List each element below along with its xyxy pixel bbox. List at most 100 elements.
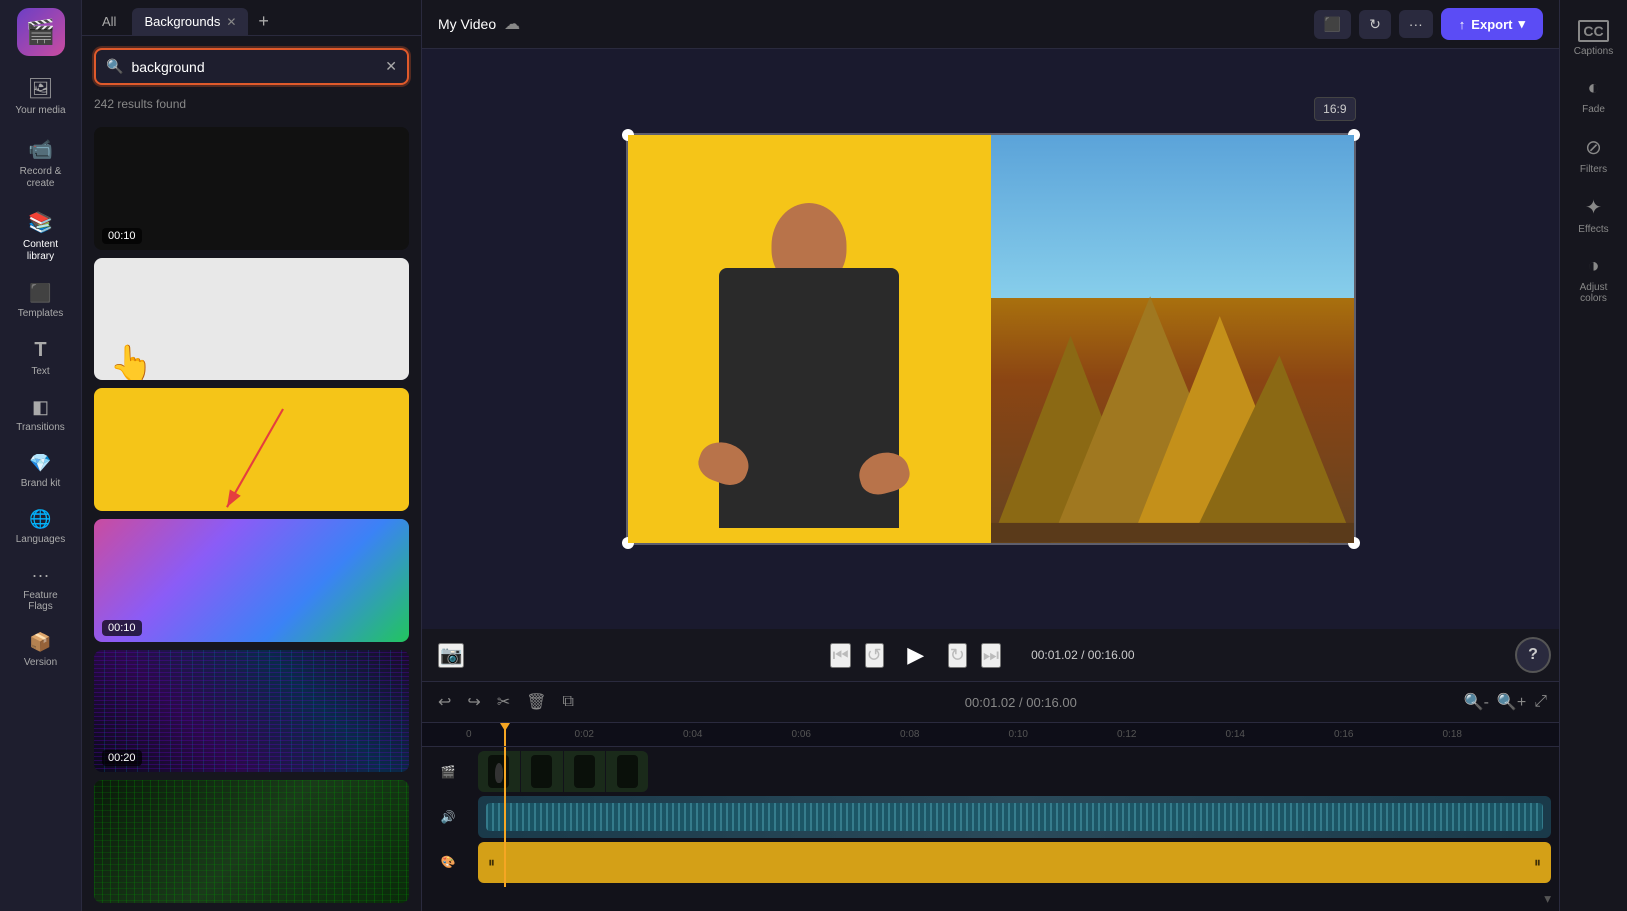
track-label-bg: 🎨 [430,855,466,869]
timeline-toolbar: ↩ ↪ ✂ 🗑 ⧉ 00:01.02 / 00:16.00 🔍- 🔍+ ⤢ [422,682,1559,723]
time-display: 00:01.02 / 00:16.00 [1031,648,1134,662]
languages-icon: 🌐 [29,509,51,530]
crop-tool-btn[interactable]: ⬛ [1314,10,1351,39]
main-content: My Video ☁ ⬛ ↻ ··· ↑ Export ▾ 16:9 [422,0,1559,911]
duration-badge-gradient: 00:10 [102,620,142,636]
zoom-out-btn[interactable]: 🔍- [1464,692,1489,712]
save-cloud-icon[interactable]: ☁ [504,14,520,34]
ruler-mark-8: 0:08 [900,729,1009,740]
thumb-1 [478,751,520,792]
search-input[interactable] [131,59,377,75]
adjust-colors-icon: ◑ [1587,255,1599,278]
thumb-2 [521,751,563,792]
ruler-mark-0: 0 [466,729,575,740]
timeline-tools: ↩ ↪ ✂ 🗑 ⧉ [434,688,578,716]
tab-add-button[interactable]: + [252,9,275,34]
thumb-3 [564,751,606,792]
track-content-video[interactable] [478,751,648,792]
duration-badge: 00:10 [102,228,142,244]
redo-btn[interactable]: ↪ [463,688,484,716]
media-item-yellow[interactable] [94,388,409,511]
top-tools: ⬛ ↻ ··· ↑ Export ▾ [1314,8,1543,40]
captions-icon: CC [1578,20,1608,42]
track-content-audio[interactable] [478,796,1551,837]
track-pause-right-icon: ⏸ [1534,854,1541,871]
project-title: My Video [438,16,496,32]
sidebar-item-languages[interactable]: 🌐 Languages [5,501,77,553]
media-item-gradient[interactable]: 00:10 [94,519,409,642]
undo-btn[interactable]: ↩ [434,688,455,716]
media-item-green[interactable] [94,780,409,903]
skip-forward-btn[interactable]: ⏭ [981,643,1001,668]
sidebar-item-brand-kit[interactable]: 💎 Brand kit [5,445,77,497]
ruler-mark-12: 0:12 [1117,729,1226,740]
right-item-filters[interactable]: ⊘ Filters [1564,127,1624,183]
sidebar-item-record-create[interactable]: 📹 Record &create [5,129,77,198]
search-box: 🔍 ✕ [94,48,409,85]
cut-btn[interactable]: ✂ [493,688,514,716]
skip-back-btn[interactable]: ⏮ [830,643,850,668]
sidebar-item-feature-flags[interactable]: ··· FeatureFlags [5,557,77,620]
track-label-audio: 🔊 [430,810,466,824]
right-item-captions[interactable]: CC Captions [1564,12,1624,65]
ruler-mark-2: 0:02 [575,729,684,740]
media-item-white[interactable]: 👆 [94,258,409,381]
aspect-ratio-badge: 16:9 [1314,97,1355,121]
ruler-mark-6: 0:06 [792,729,901,740]
fit-btn[interactable]: ⤢ [1534,693,1547,711]
zoom-in-btn[interactable]: 🔍+ [1497,692,1526,712]
track-row-bg: 🎨 ⏸ ⏸ [430,842,1551,883]
playhead-ruler [504,723,506,746]
top-bar: My Video ☁ ⬛ ↻ ··· ↑ Export ▾ [422,0,1559,49]
search-clear-icon[interactable]: ✕ [385,58,397,75]
rewind-btn[interactable]: ↺ [865,643,884,668]
content-panel: All Backgrounds ✕ + 🔍 ✕ 242 results foun… [82,0,422,911]
ruler-marks: 0 0:02 0:04 0:06 0:08 0:10 0:12 0:14 0:1… [466,729,1551,740]
playhead-head [500,723,510,731]
ruler-mark-10: 0:10 [1009,729,1118,740]
app-logo: 🎬 [17,8,65,56]
video-thumbnails [478,751,648,792]
fade-icon: ◐ [1587,77,1599,100]
export-icon: ↑ [1459,17,1466,32]
forward-btn[interactable]: ↻ [948,643,967,668]
audio-track-icon: 🔊 [441,810,456,824]
sidebar-item-templates[interactable]: ⬛ Templates [5,275,77,327]
right-item-effects[interactable]: ✦ Effects [1564,187,1624,243]
text-icon: T [34,339,46,362]
video-left-panel [628,135,991,543]
brand-icon: 💎 [29,453,51,474]
timeline-time: 00:01.02 / 00:16.00 [965,695,1077,710]
camera-control-btn[interactable]: 📷 [438,643,464,668]
right-item-fade[interactable]: ◐ Fade [1564,69,1624,123]
track-pause-left-icon: ⏸ [488,854,495,871]
tab-close-icon[interactable]: ✕ [226,15,236,29]
track-content-bg[interactable]: ⏸ ⏸ [478,842,1551,883]
copy-btn[interactable]: ⧉ [559,688,578,716]
content-library-icon: 📚 [28,210,53,235]
help-button[interactable]: ? [1515,637,1551,673]
red-arrow-svg [94,388,409,511]
yellow-track-bar: ⏸ ⏸ [478,842,1551,883]
media-item-dark[interactable]: 00:10 [94,127,409,250]
sidebar-item-your-media[interactable]: 🖼 Your media [5,68,77,125]
cursor-hand-icon: 👆 [109,343,154,380]
sidebar-item-text[interactable]: T Text [5,331,77,385]
sidebar-item-version[interactable]: 📦 Version [5,624,77,676]
play-button[interactable]: ▶ [898,637,934,673]
more-tool-btn[interactable]: ··· [1399,10,1433,38]
tab-backgrounds[interactable]: Backgrounds ✕ [132,8,248,35]
delete-btn[interactable]: 🗑 [522,688,550,716]
right-item-adjust-colors[interactable]: ◑ Adjustcolors [1564,247,1624,312]
media-item-glitch[interactable]: 00:20 [94,650,409,773]
mountain-background [991,135,1354,543]
results-count: 242 results found [82,97,421,119]
tab-all[interactable]: All [90,8,128,35]
timeline-expand-btn[interactable]: ▾ [1544,891,1551,907]
export-button[interactable]: ↑ Export ▾ [1441,8,1543,40]
media-icon: 🖼 [28,76,53,101]
ruler-mark-16: 0:16 [1334,729,1443,740]
sidebar-item-content-library[interactable]: 📚 Content library [5,202,77,271]
rotate-tool-btn[interactable]: ↻ [1359,10,1391,39]
sidebar-item-transitions[interactable]: ◧ Transitions [5,389,77,441]
